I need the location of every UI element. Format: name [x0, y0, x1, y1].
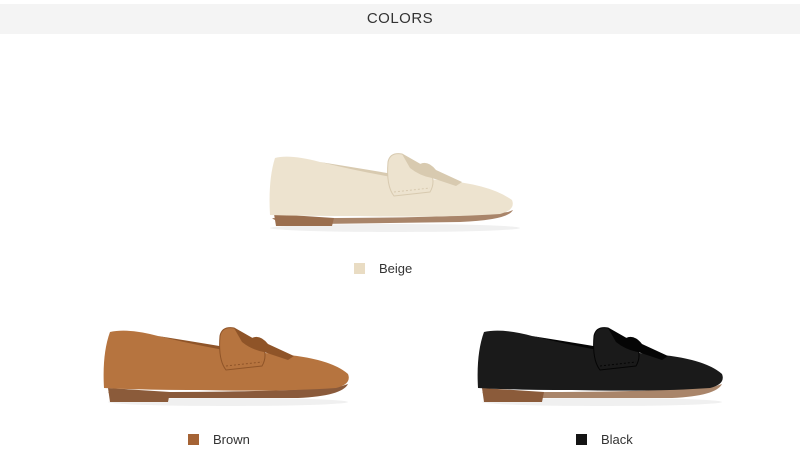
color-label-black: Black	[601, 431, 633, 447]
product-black[interactable]: Black	[472, 318, 732, 458]
section-title: COLORS	[366, 10, 434, 27]
shoe-image-beige[interactable]	[260, 140, 530, 240]
shoe-image-brown[interactable]	[98, 318, 358, 408]
color-option-brown[interactable]: Brown	[188, 431, 250, 447]
color-swatch-black	[576, 433, 587, 445]
color-swatch-beige	[354, 262, 365, 274]
shoe-image-black[interactable]	[472, 318, 732, 408]
color-label-beige: Beige	[379, 260, 413, 276]
product-brown[interactable]: Brown	[98, 318, 358, 458]
color-option-beige[interactable]: Beige	[354, 260, 412, 276]
color-label-brown: Brown	[213, 431, 250, 447]
color-option-black[interactable]: Black	[576, 431, 633, 447]
color-swatch-brown	[188, 433, 199, 445]
header-bar: COLORS	[0, 4, 800, 34]
product-beige[interactable]: Beige	[260, 140, 530, 280]
